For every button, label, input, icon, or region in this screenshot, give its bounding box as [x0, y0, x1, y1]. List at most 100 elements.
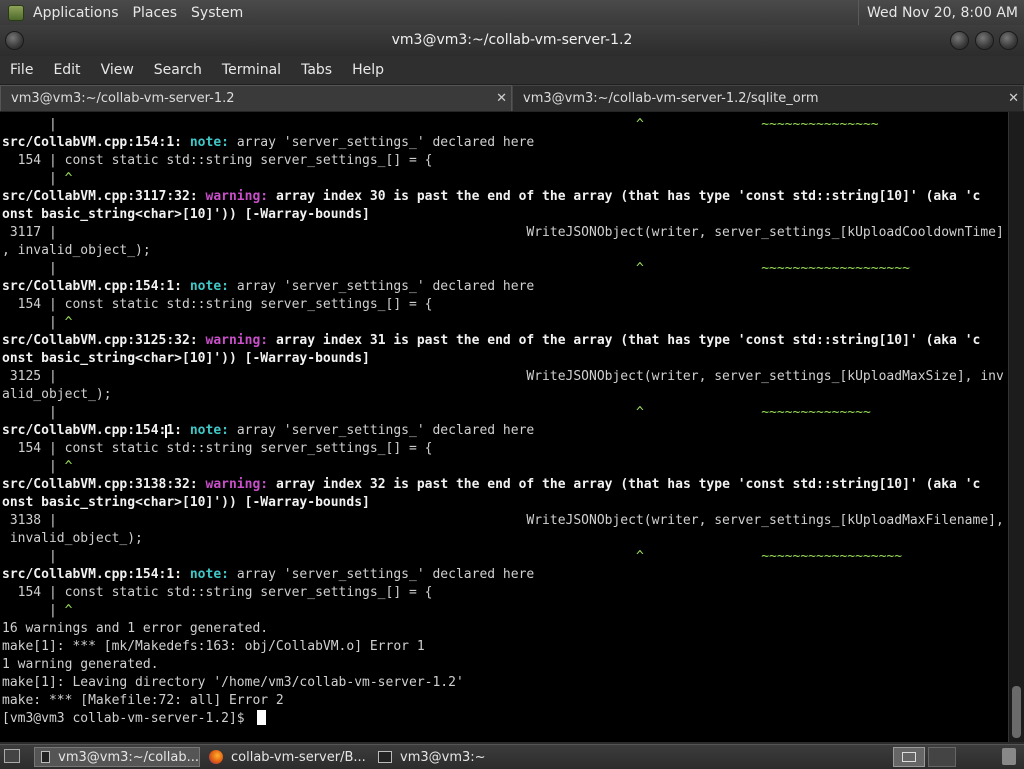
terminal-scrollbar[interactable]	[1008, 112, 1024, 742]
menubar: File Edit View Search Terminal Tabs Help	[0, 56, 1024, 85]
terminal-line: make[1]: *** [mk/Makedefs:163: obj/Colla…	[2, 638, 425, 656]
menu-edit[interactable]: Edit	[43, 62, 90, 78]
trash-icon[interactable]	[1002, 748, 1016, 765]
mouse-ibeam-cursor	[165, 425, 167, 438]
terminal-line: onst basic_string<char>[10]')) [-Warray-…	[2, 494, 370, 512]
menu-search[interactable]: Search	[144, 62, 212, 78]
close-tab-icon[interactable]: ✕	[496, 91, 507, 106]
terminal-text: ~~~~~~~~~~~~~~~~~~~	[761, 261, 910, 276]
terminal-text: 3117 | WriteJSONObject(writer, server_se…	[2, 225, 1004, 240]
terminal-text: warning:	[205, 477, 276, 492]
workspace-1-icon[interactable]	[893, 747, 925, 767]
taskbar-item-terminal-home[interactable]: vm3@vm3:~	[372, 747, 538, 767]
terminal-text: 154 | const static std::string server_se…	[2, 153, 433, 168]
terminal-text: alid_object_);	[2, 387, 112, 402]
terminal-text: src/CollabVM.cpp:154:1:	[2, 423, 190, 438]
close-tab-icon[interactable]: ✕	[1008, 91, 1019, 106]
menu-terminal[interactable]: Terminal	[212, 62, 291, 78]
window-titlebar[interactable]: vm3@vm3:~/collab-vm-server-1.2	[0, 25, 1024, 56]
taskbar: vm3@vm3:~/collab... collab-vm-server/B..…	[0, 744, 1024, 769]
terminal-text: array index 31 is past the end of the ar…	[275, 333, 981, 348]
terminal-text: 1 warning generated.	[2, 657, 159, 672]
terminal-text: 16 warnings and 1 error generated.	[2, 621, 269, 636]
terminal-line: onst basic_string<char>[10]')) [-Warray-…	[2, 206, 370, 224]
terminal-icon	[41, 751, 51, 763]
tab-sqlite-orm[interactable]: vm3@vm3:~/collab-vm-server-1.2/sqlite_or…	[512, 85, 1024, 111]
terminal-line: src/CollabVM.cpp:3117:32: warning: array…	[2, 188, 980, 206]
terminal-text: ^	[635, 261, 644, 276]
menu-tabs[interactable]: Tabs	[291, 62, 342, 78]
terminal-output[interactable]: [vm3@vm3 collab-vm-server-1.2]$ make: **…	[0, 112, 1008, 742]
terminal-line: 154 | const static std::string server_se…	[2, 440, 433, 458]
terminal-text: warning:	[205, 189, 276, 204]
menu-file[interactable]: File	[0, 62, 43, 78]
taskbar-item-terminal[interactable]: vm3@vm3:~/collab...	[34, 747, 200, 767]
terminal-text: array index 30 is past the end of the ar…	[275, 189, 981, 204]
terminal-line: 154 | const static std::string server_se…	[2, 296, 433, 314]
taskbar-item-label: vm3@vm3:~/collab...	[58, 749, 199, 765]
terminal-line: | ^ ~~~~~~~~~~~~~~~~~~	[2, 548, 902, 566]
terminal-line: src/CollabVM.cpp:154:1: note: array 'ser…	[2, 278, 534, 296]
terminal-text: ^	[635, 117, 644, 132]
terminal-text: invalid_object_);	[2, 531, 143, 546]
applications-menu[interactable]: Applications	[26, 0, 126, 25]
terminal-line: 16 warnings and 1 error generated.	[2, 620, 268, 638]
terminal-text: 154 | const static std::string server_se…	[2, 585, 433, 600]
terminal-line: src/CollabVM.cpp:154:1: note: array 'ser…	[2, 566, 534, 584]
close-window-button[interactable]	[999, 31, 1018, 50]
terminal-text: note:	[189, 567, 237, 582]
terminal-line: | ^ ~~~~~~~~~~~~~~~~~~~	[2, 260, 910, 278]
terminal-line: alid_object_);	[2, 386, 112, 404]
terminal-text: note:	[189, 135, 237, 150]
terminal-text: [vm3@vm3 collab-vm-server-1.2]$	[2, 711, 253, 726]
taskbar-item-label: vm3@vm3:~	[400, 749, 486, 765]
terminal-line: 1 warning generated.	[2, 656, 159, 674]
terminal-text: src/CollabVM.cpp:3138:32:	[2, 477, 206, 492]
terminal-text: ^	[64, 459, 73, 474]
terminal-text: ^	[64, 315, 73, 330]
terminal-text: warning:	[205, 333, 276, 348]
menu-help[interactable]: Help	[342, 62, 394, 78]
terminal-text: src/CollabVM.cpp:154:1:	[2, 279, 190, 294]
tab-label: vm3@vm3:~/collab-vm-server-1.2/sqlite_or…	[523, 91, 819, 106]
show-desktop-icon[interactable]	[4, 749, 20, 763]
terminal-text: array 'server_settings_' declared here	[236, 135, 535, 150]
terminal-text: array 'server_settings_' declared here	[236, 567, 535, 582]
terminal-text: 154 | const static std::string server_se…	[2, 441, 433, 456]
terminal-text: src/CollabVM.cpp:3117:32:	[2, 189, 206, 204]
terminal-text: onst basic_string<char>[10]')) [-Warray-…	[2, 495, 370, 510]
terminal-line: | ^	[2, 314, 73, 332]
terminal-text: ^	[635, 405, 644, 420]
tab-collab-vm-server[interactable]: vm3@vm3:~/collab-vm-server-1.2 ✕	[0, 85, 512, 111]
minimize-button[interactable]	[950, 31, 969, 50]
taskbar-item-label: collab-vm-server/B...	[231, 749, 366, 765]
workspace-2-icon[interactable]	[928, 747, 956, 767]
menu-view[interactable]: View	[91, 62, 144, 78]
terminal-line: | ^	[2, 458, 73, 476]
terminal-line: [vm3@vm3 collab-vm-server-1.2]$	[2, 710, 252, 728]
top-panel: Applications Places System Wed Nov 20, 8…	[0, 0, 1024, 25]
maximize-button[interactable]	[975, 31, 994, 50]
applications-icon[interactable]	[8, 4, 24, 21]
terminal-text: ^	[64, 171, 73, 186]
terminal-line: 3125 | WriteJSONObject(writer, server_se…	[2, 368, 1004, 386]
taskbar-item-firefox[interactable]: collab-vm-server/B...	[203, 747, 369, 767]
terminal-line: src/CollabVM.cpp:3138:32: warning: array…	[2, 476, 980, 494]
terminal-line: src/CollabVM.cpp:154:1: note: array 'ser…	[2, 422, 534, 440]
terminal-cursor	[257, 710, 266, 725]
terminal-text: 3138 | WriteJSONObject(writer, server_se…	[2, 513, 1004, 528]
terminal-text: src/CollabVM.cpp:154:1:	[2, 567, 190, 582]
terminal-line: | ^ ~~~~~~~~~~~~~~	[2, 404, 871, 422]
terminal-text: |	[2, 117, 636, 132]
clock[interactable]: Wed Nov 20, 8:00 AM	[857, 0, 1018, 25]
firefox-icon	[209, 750, 223, 764]
terminal-text: src/CollabVM.cpp:154:1:	[2, 135, 190, 150]
system-menu[interactable]: System	[184, 0, 250, 25]
places-menu[interactable]: Places	[126, 0, 185, 25]
window-title: vm3@vm3:~/collab-vm-server-1.2	[391, 32, 633, 48]
terminal-line: 154 | const static std::string server_se…	[2, 152, 433, 170]
terminal-line: make: *** [Makefile:72: all] Error 2	[2, 692, 284, 710]
scrollbar-thumb[interactable]	[1012, 686, 1021, 738]
